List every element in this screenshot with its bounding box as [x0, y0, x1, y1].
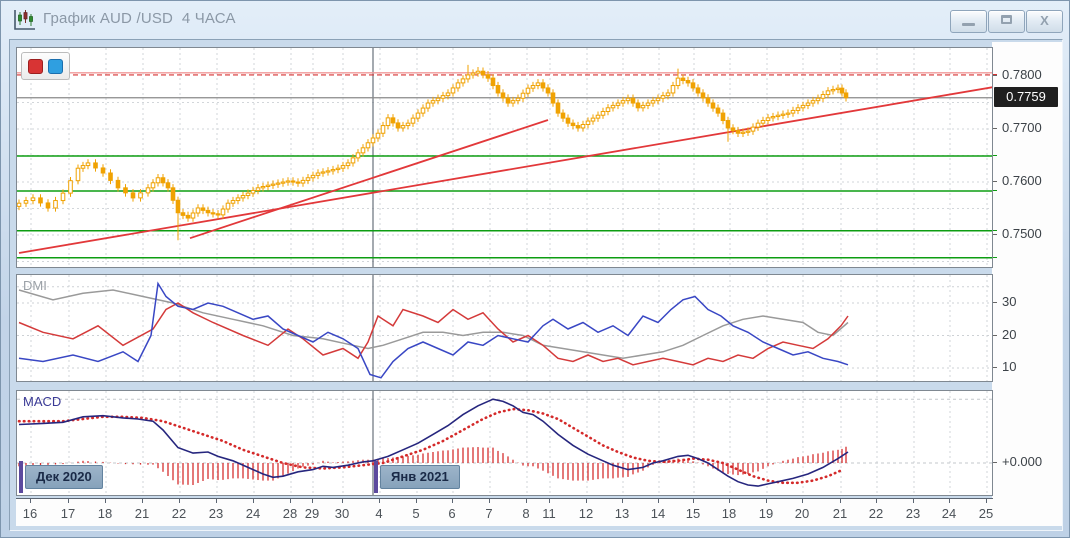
dmi-label: DMI: [23, 278, 47, 293]
price-axis-label: 0.7700: [1002, 120, 1042, 135]
restore-button[interactable]: [988, 10, 1025, 33]
price-axis-label: 0.7500: [1002, 226, 1042, 241]
x-axis-tick: [658, 499, 659, 503]
x-axis-tick: [802, 499, 803, 503]
x-axis-tick: [253, 499, 254, 503]
x-axis-tick: [876, 499, 877, 503]
title-bar[interactable]: График AUD /USD 4 ЧАСА X: [1, 1, 1069, 38]
dmi-plot[interactable]: [17, 275, 992, 381]
x-axis-label: 23: [209, 506, 223, 521]
month-label-dec: Дек 2020: [25, 465, 103, 489]
x-axis-label: 19: [759, 506, 773, 521]
x-axis-label: 16: [23, 506, 37, 521]
x-axis-tick: [379, 499, 380, 503]
dmi-indicator-panel[interactable]: DMI: [16, 274, 993, 382]
x-axis-tick: [586, 499, 587, 503]
candlestick-chart-icon: [11, 8, 37, 32]
x-axis-label: 21: [833, 506, 847, 521]
macd-axis-label: +0.000: [1002, 454, 1042, 469]
chart-window: График AUD /USD 4 ЧАСА X 0.7759 0.78000.…: [0, 0, 1070, 538]
close-button[interactable]: X: [1026, 10, 1063, 33]
x-axis-label: 15: [686, 506, 700, 521]
date-axis[interactable]: 16 17 18 21 22 23 24 28 29 30 4 5 6 7 8 11 12 13 14 15 18 19 2…: [16, 498, 993, 526]
macd-label: MACD: [23, 394, 61, 409]
x-axis-label: 22: [869, 506, 883, 521]
x-axis-label: 21: [135, 506, 149, 521]
macd-plot[interactable]: [17, 391, 992, 495]
close-icon: X: [1027, 11, 1062, 31]
x-axis-tick: [216, 499, 217, 503]
x-axis-label: 6: [448, 506, 455, 521]
x-axis-label: 22: [172, 506, 186, 521]
x-axis-label: 28: [283, 506, 297, 521]
x-axis-tick: [489, 499, 490, 503]
minimize-button[interactable]: [950, 10, 987, 33]
x-axis-label: 24: [942, 506, 956, 521]
month-label-jan: Янв 2021: [380, 465, 460, 489]
x-axis-tick: [986, 499, 987, 503]
x-axis-tick: [729, 499, 730, 503]
x-axis-tick: [840, 499, 841, 503]
main-price-chart[interactable]: [16, 47, 993, 268]
x-axis-tick: [30, 499, 31, 503]
x-axis-label: 20: [795, 506, 809, 521]
x-axis-label: 4: [375, 506, 382, 521]
price-axis-label: 0.7600: [1002, 173, 1042, 188]
dmi-axis-label: 30: [1002, 294, 1016, 309]
x-axis-tick: [452, 499, 453, 503]
chart-content-area: 0.7759 0.7800 0.7700 0.7600 0.7500 30 20 10 +0.…: [9, 39, 1063, 531]
candles: [17, 65, 848, 240]
x-axis-tick: [549, 499, 550, 503]
dmi-axis-label: 20: [1002, 327, 1016, 342]
x-axis-label: 29: [305, 506, 319, 521]
x-axis-label: 11: [542, 506, 556, 521]
x-axis-label: 8: [522, 506, 529, 521]
x-axis-tick: [142, 499, 143, 503]
blue-marker-button[interactable]: [48, 59, 63, 74]
x-axis-label: 5: [412, 506, 419, 521]
minimize-icon: [962, 23, 975, 26]
x-axis-label: 12: [579, 506, 593, 521]
current-price-badge: 0.7759: [994, 87, 1058, 107]
price-axis-label: 0.7800: [1002, 67, 1042, 82]
macd-indicator-panel[interactable]: MACD Дек 2020 Янв 2021: [16, 390, 993, 496]
x-axis-tick: [416, 499, 417, 503]
x-axis-tick: [949, 499, 950, 503]
price-axis-gutter: 0.7759 0.7800 0.7700 0.7600 0.7500 30 20 10 +0.…: [992, 42, 1062, 526]
x-axis-label: 14: [651, 506, 665, 521]
restore-icon: [1001, 15, 1012, 24]
x-axis-tick: [622, 499, 623, 503]
candlestick-plot[interactable]: [17, 48, 992, 267]
x-axis-tick: [693, 499, 694, 503]
month-marker-jan: [374, 461, 378, 493]
x-axis-label: 18: [98, 506, 112, 521]
red-marker-button[interactable]: [28, 59, 43, 74]
x-axis-tick: [105, 499, 106, 503]
x-axis-label: 13: [615, 506, 629, 521]
month-marker-dec: [19, 461, 23, 493]
x-axis-tick: [913, 499, 914, 503]
x-axis-tick: [526, 499, 527, 503]
x-axis-label: 17: [61, 506, 75, 521]
x-axis-tick: [290, 499, 291, 503]
x-axis-tick: [766, 499, 767, 503]
x-axis-label: 23: [906, 506, 920, 521]
x-axis-label: 25: [979, 506, 993, 521]
line-tools-legend: [21, 52, 70, 80]
x-axis-tick: [312, 499, 313, 503]
x-axis-label: 24: [246, 506, 260, 521]
x-axis-label: 7: [485, 506, 492, 521]
dmi-axis-label: 10: [1002, 359, 1016, 374]
x-axis-label: 18: [722, 506, 736, 521]
x-axis-tick: [179, 499, 180, 503]
x-axis-tick: [68, 499, 69, 503]
x-axis-label: 30: [335, 506, 349, 521]
window-title: График AUD /USD 4 ЧАСА: [43, 10, 236, 27]
x-axis-tick: [342, 499, 343, 503]
